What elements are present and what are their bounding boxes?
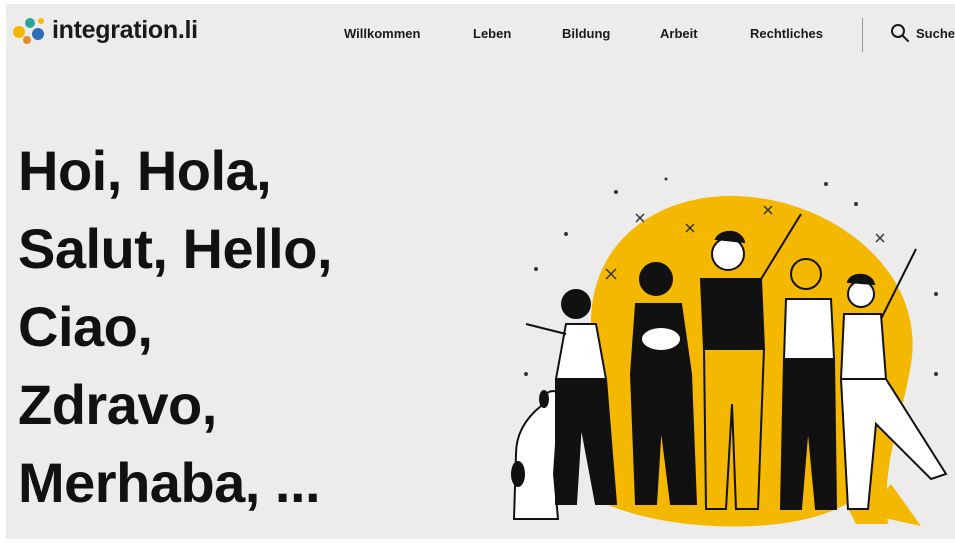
hero-line: Ciao, (18, 295, 153, 358)
nav-item-leben[interactable]: Leben (473, 26, 511, 41)
logo-mark-icon (13, 18, 44, 44)
hero-line: Hoi, Hola, (18, 139, 272, 202)
hero-line: Salut, Hello, (18, 217, 333, 280)
nav-item-bildung[interactable]: Bildung (562, 26, 610, 41)
hero-greeting: Hoi, Hola, Salut, Hello, Ciao, Zdravo, M… (18, 132, 333, 522)
hero-illustration (511, 177, 948, 527)
site-logo[interactable]: integration.li (10, 12, 198, 48)
search-label: Suche (916, 25, 955, 41)
nav-divider (862, 18, 863, 52)
nav-item-arbeit[interactable]: Arbeit (660, 26, 698, 41)
hero-line: Merhaba, ... (18, 451, 321, 514)
page: integration.li Willkommen Leben Bildung … (6, 4, 955, 539)
search-icon (891, 24, 909, 42)
nav-item-rechtliches[interactable]: Rechtliches (750, 26, 823, 41)
site-name: integration.li (52, 15, 198, 44)
hero-line: Zdravo, (18, 373, 217, 436)
site-header: integration.li Willkommen Leben Bildung … (6, 4, 955, 64)
nav-item-willkommen[interactable]: Willkommen (344, 26, 420, 41)
search-button[interactable]: Suche (890, 23, 955, 43)
